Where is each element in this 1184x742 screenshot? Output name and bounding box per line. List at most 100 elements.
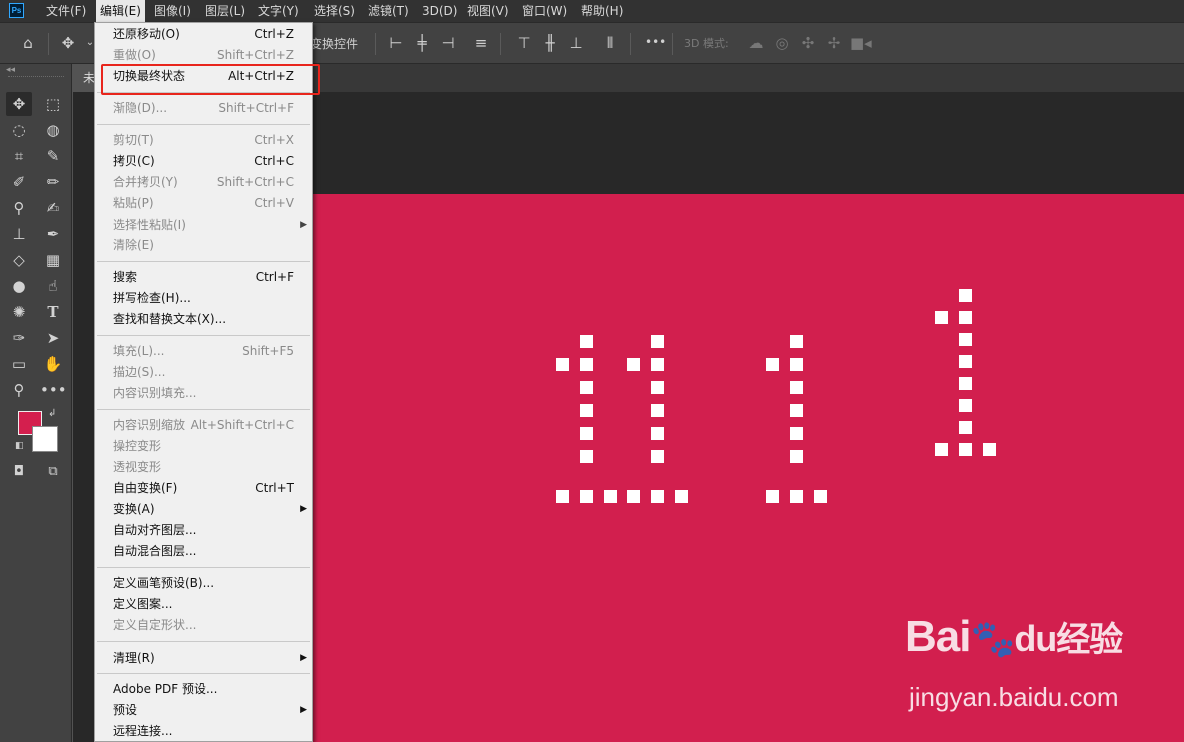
hand-tool-icon[interactable]: ✋ bbox=[40, 352, 66, 376]
align-left-icon[interactable]: ⊢ bbox=[386, 33, 406, 53]
transform-controls-label[interactable]: 变换控件 bbox=[310, 35, 358, 52]
healing-brush-tool-icon[interactable]: ✐ bbox=[6, 170, 32, 194]
menu-view[interactable]: 视图(V) bbox=[463, 0, 513, 22]
align-center-h-icon[interactable]: ╪ bbox=[412, 33, 432, 53]
menu-filter[interactable]: 滤镜(T) bbox=[364, 0, 413, 22]
home-icon[interactable]: ⌂ bbox=[18, 33, 38, 53]
3d-pan-icon[interactable]: ✣ bbox=[798, 33, 818, 53]
menu-item-spell-check[interactable]: 拼写检查(H)... bbox=[95, 288, 312, 309]
menu-item-label: 自动对齐图层... bbox=[113, 523, 197, 537]
gradient-tool-icon[interactable]: ▦ bbox=[40, 248, 66, 272]
menu-item-cut[interactable]: 剪切(T) Ctrl+X bbox=[95, 130, 312, 151]
align-middle-v-icon[interactable]: ╫ bbox=[540, 33, 560, 53]
more-tools-icon[interactable]: ••• bbox=[40, 378, 67, 402]
menu-type[interactable]: 文字(Y) bbox=[254, 0, 303, 22]
menu-item-presets[interactable]: 预设 ▶ bbox=[95, 700, 312, 721]
menu-file[interactable]: 文件(F) bbox=[42, 0, 90, 22]
rectangle-tool-icon[interactable]: ▭ bbox=[6, 352, 32, 376]
menu-item-pdf-presets[interactable]: Adobe PDF 预设... bbox=[95, 679, 312, 700]
menu-item-auto-blend[interactable]: 自动混合图层... bbox=[95, 541, 312, 562]
menu-item-fade[interactable]: 渐隐(D)... Shift+Ctrl+F bbox=[95, 98, 312, 119]
menu-item-remote-connections[interactable]: 远程连接... bbox=[95, 721, 312, 742]
menu-item-paste[interactable]: 粘贴(P) Ctrl+V bbox=[95, 193, 312, 214]
collapse-icon[interactable]: ◂◂ bbox=[6, 65, 15, 75]
marquee-tool-icon[interactable]: ⬚ bbox=[40, 92, 66, 116]
menu-help[interactable]: 帮助(H) bbox=[577, 0, 627, 22]
menu-item-fill[interactable]: 填充(L)... Shift+F5 bbox=[95, 341, 312, 362]
menu-item-perspective-warp[interactable]: 透视变形 bbox=[95, 457, 312, 478]
move-tool-icon[interactable]: ✥ bbox=[6, 92, 32, 116]
quick-select-tool-icon[interactable]: ◍ bbox=[40, 118, 66, 142]
menu-item-define-shape[interactable]: 定义自定形状... bbox=[95, 615, 312, 636]
menu-item-transform[interactable]: 变换(A) ▶ bbox=[95, 499, 312, 520]
menu-item-copy[interactable]: 拷贝(C) Ctrl+C bbox=[95, 151, 312, 172]
align-bottom-icon[interactable]: ⊥ bbox=[566, 33, 586, 53]
edit-menu-dropdown: 还原移动(O) Ctrl+Z 重做(O) Shift+Ctrl+Z 切换最终状态 Al… bbox=[94, 22, 313, 742]
menu-item-define-pattern[interactable]: 定义图案... bbox=[95, 594, 312, 615]
submenu-arrow-icon: ▶ bbox=[300, 705, 307, 715]
menu-image[interactable]: 图像(I) bbox=[150, 0, 195, 22]
menu-window[interactable]: 窗口(W) bbox=[518, 0, 571, 22]
menu-layer[interactable]: 图层(L) bbox=[201, 0, 249, 22]
menu-3d[interactable]: 3D(D) bbox=[418, 0, 461, 22]
menu-item-paste-special[interactable]: 选择性粘贴(I) ▶ bbox=[95, 215, 312, 236]
eraser-tool-icon[interactable]: ◇ bbox=[6, 248, 32, 272]
brush-tool-icon[interactable]: ✍ bbox=[40, 196, 66, 220]
sponge-tool-icon[interactable]: ✺ bbox=[6, 300, 32, 324]
more-options-button[interactable]: ••• bbox=[645, 35, 666, 49]
pixel-block bbox=[814, 490, 827, 503]
menu-item-content-aware-scale[interactable]: 内容识别缩放 Alt+Shift+Ctrl+C bbox=[95, 415, 312, 436]
smudge-tool-icon[interactable]: ☝ bbox=[40, 274, 66, 298]
path-select-tool-icon[interactable]: ➤ bbox=[40, 326, 66, 350]
3d-slide-icon[interactable]: ✢ bbox=[824, 33, 844, 53]
crop-tool-icon[interactable]: ⌗ bbox=[6, 144, 32, 168]
3d-roll-icon[interactable]: ◎ bbox=[772, 33, 792, 53]
menu-separator bbox=[97, 673, 310, 674]
quick-mask-icon[interactable]: ◘ bbox=[6, 460, 32, 484]
clone-stamp-tool-icon[interactable]: ⚲ bbox=[6, 196, 32, 220]
zoom-tool-icon[interactable]: ⚲ bbox=[6, 378, 32, 402]
distribute-h-icon[interactable]: ≡ bbox=[471, 33, 491, 53]
eyedropper-tool-icon[interactable]: ✎ bbox=[40, 144, 66, 168]
canvas[interactable]: Bai🐾du经验 jingyan.baidu.com bbox=[313, 194, 1184, 742]
3d-orbit-icon[interactable]: ☁ bbox=[746, 33, 766, 53]
pixel-block bbox=[580, 450, 593, 463]
divider bbox=[500, 33, 501, 55]
type-tool-icon[interactable]: T bbox=[40, 300, 66, 324]
screen-mode-icon[interactable]: ⧉ bbox=[40, 460, 66, 484]
menu-item-shortcut: Shift+Ctrl+F bbox=[218, 101, 294, 115]
menu-item-clear[interactable]: 清除(E) bbox=[95, 235, 312, 256]
align-right-icon[interactable]: ⊣ bbox=[438, 33, 458, 53]
menu-item-auto-align[interactable]: 自动对齐图层... bbox=[95, 520, 312, 541]
watermark-suffix: 经验 bbox=[1056, 620, 1123, 660]
background-color-swatch[interactable] bbox=[32, 426, 58, 452]
menu-item-purge[interactable]: 清理(R) ▶ bbox=[95, 648, 312, 669]
pencil-tool-icon[interactable]: ✏ bbox=[40, 170, 66, 194]
menu-item-stroke[interactable]: 描边(S)... bbox=[95, 362, 312, 383]
menu-item-free-transform[interactable]: 自由变换(F) Ctrl+T bbox=[95, 478, 312, 499]
menu-select[interactable]: 选择(S) bbox=[310, 0, 359, 22]
pen-tool-icon[interactable]: ✑ bbox=[6, 326, 32, 350]
menu-item-puppet-warp[interactable]: 操控变形 bbox=[95, 436, 312, 457]
menu-edit[interactable]: 编辑(E) bbox=[96, 0, 145, 22]
pixel-block bbox=[580, 490, 593, 503]
3d-camera-icon[interactable]: ■◂ bbox=[850, 33, 872, 53]
stamp-tool-icon[interactable]: ⊥ bbox=[6, 222, 32, 246]
menu-item-content-aware-fill[interactable]: 内容识别填充... bbox=[95, 383, 312, 404]
blur-tool-icon[interactable]: ● bbox=[6, 274, 32, 298]
move-tool-icon[interactable]: ✥ bbox=[58, 33, 78, 53]
menu-item-copy-merged[interactable]: 合并拷贝(Y) Shift+Ctrl+C bbox=[95, 172, 312, 193]
lasso-tool-icon[interactable]: ◌ bbox=[6, 118, 32, 142]
menu-item-undo[interactable]: 还原移动(O) Ctrl+Z bbox=[95, 24, 312, 45]
default-colors-icon[interactable]: ◧ bbox=[15, 441, 24, 451]
divider bbox=[375, 33, 376, 55]
history-brush-tool-icon[interactable]: ✒ bbox=[40, 222, 66, 246]
menu-item-find-replace[interactable]: 查找和替换文本(X)... bbox=[95, 309, 312, 330]
align-top-icon[interactable]: ⊤ bbox=[514, 33, 534, 53]
menu-item-define-brush[interactable]: 定义画笔预设(B)... bbox=[95, 573, 312, 594]
panel-grip[interactable] bbox=[8, 76, 64, 79]
distribute-v-icon[interactable]: ⦀ bbox=[600, 33, 620, 53]
menu-item-redo[interactable]: 重做(O) Shift+Ctrl+Z bbox=[95, 45, 312, 66]
swap-colors-icon[interactable]: ↲ bbox=[48, 408, 56, 419]
menu-item-search[interactable]: 搜索 Ctrl+F bbox=[95, 267, 312, 288]
